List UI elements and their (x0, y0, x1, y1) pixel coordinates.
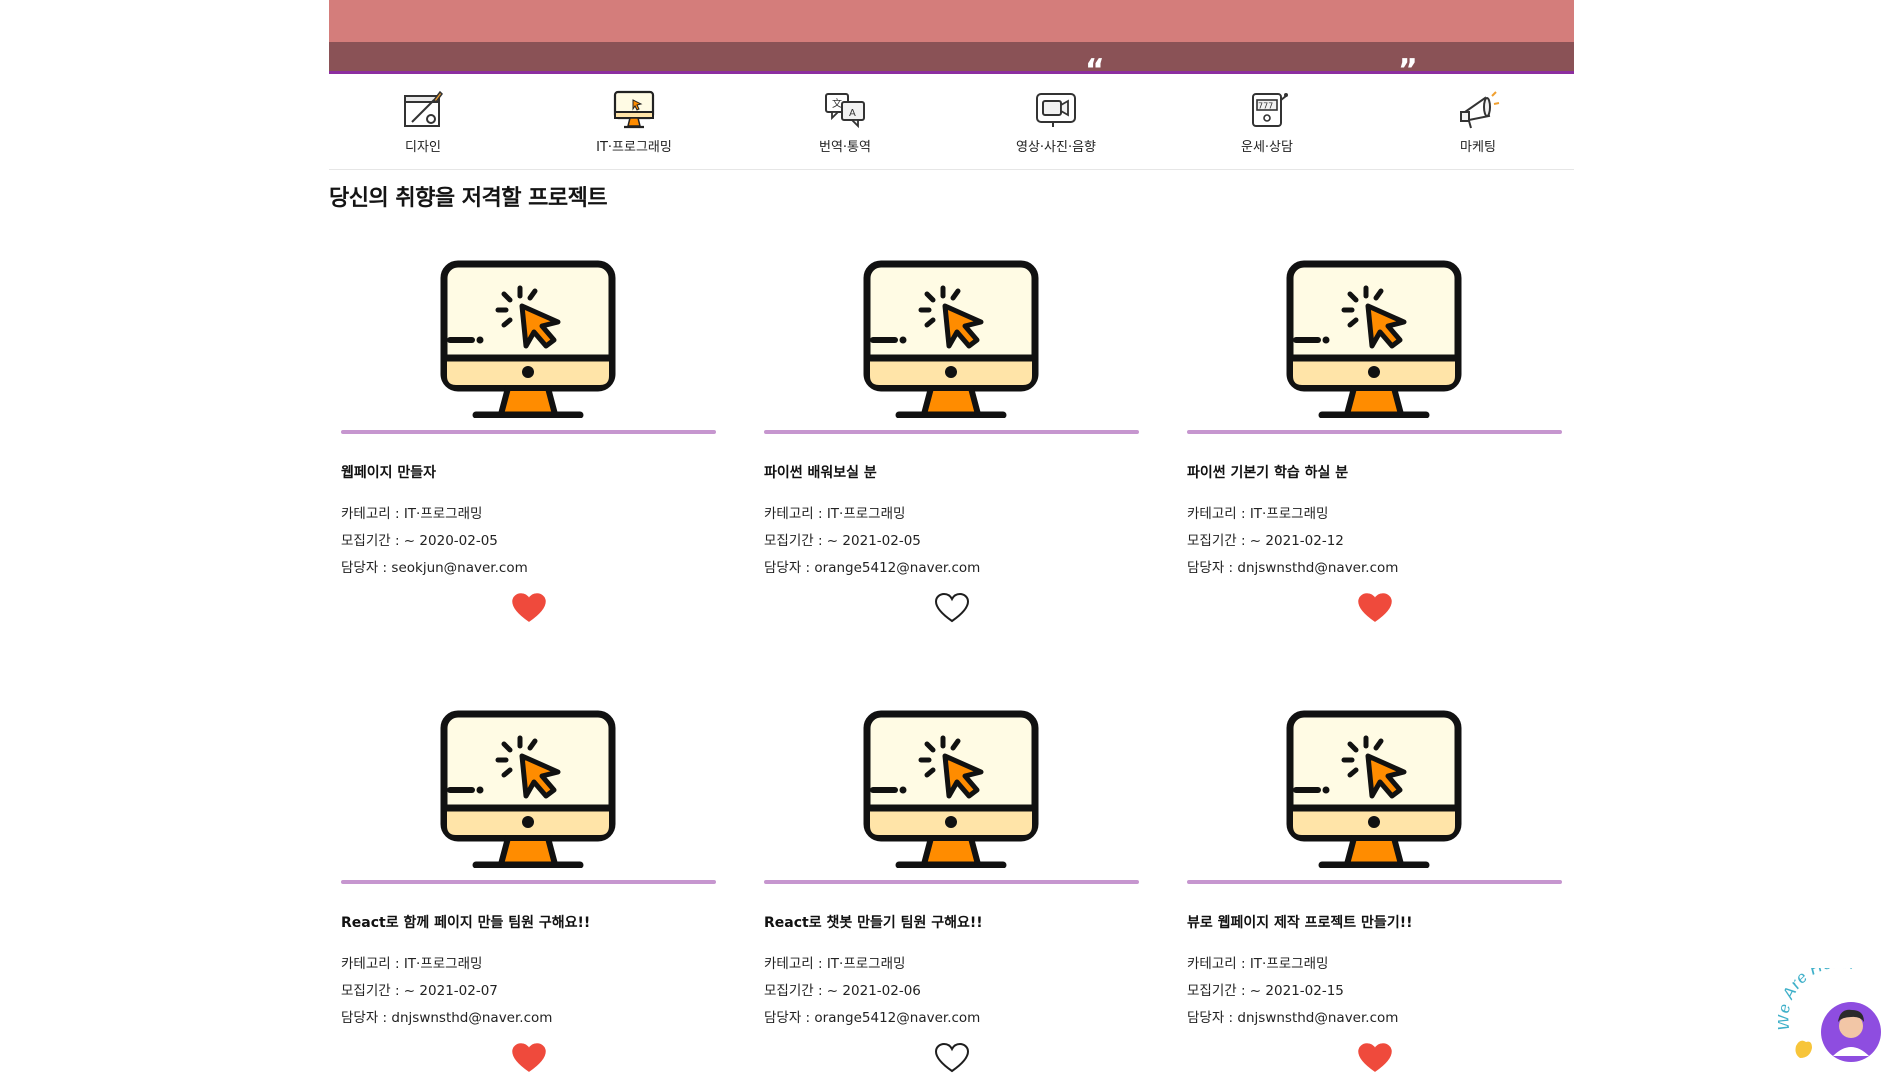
card-title[interactable]: 파이썬 배워보실 분 (764, 462, 1139, 482)
card-divider (764, 880, 1139, 884)
card-period: 모집기간 : ~ 2021-02-07 (341, 983, 498, 999)
card-category: 카테고리 : IT·프로그래밍 (341, 506, 483, 522)
heart-icon[interactable] (934, 593, 969, 623)
card-manager: 담당자 : seokjun@naver.com (341, 560, 528, 576)
category-it-programming[interactable]: IT·프로그래밍 (564, 88, 704, 155)
card-info: 카테고리 : IT·프로그래밍 모집기간 : ~ 2021-02-05 담당자 … (764, 501, 1139, 582)
card-period: 모집기간 : ~ 2021-02-12 (1187, 533, 1344, 549)
card-thumbnail (764, 230, 1139, 430)
project-card[interactable]: 파이썬 배워보실 분 카테고리 : IT·프로그래밍 모집기간 : ~ 2021… (764, 230, 1139, 623)
card-title[interactable]: React로 챗봇 만들기 팀원 구해요!! (764, 912, 1139, 932)
card-title[interactable]: 뷰로 웹페이지 제작 프로젝트 만들기!! (1187, 912, 1562, 932)
we-are-here-badge: We Are Here! (1773, 952, 1881, 1062)
translate-icon: 文 A (825, 93, 865, 129)
card-manager: 담당자 : orange5412@naver.com (764, 560, 981, 576)
computer-icon (863, 710, 1039, 868)
category-fortune-counsel[interactable]: 777 운세·상담 (1197, 88, 1337, 155)
card-title[interactable]: React로 함께 페이지 만들 팀원 구해요!! (341, 912, 716, 932)
category-translation[interactable]: 文 A 번역·통역 (775, 88, 915, 155)
project-card[interactable]: 웹페이지 만들자 카테고리 : IT·프로그래밍 모집기간 : ~ 2020-0… (341, 230, 716, 623)
contact-badge[interactable]: We Are Here! (1773, 952, 1896, 1073)
computer-icon (613, 90, 655, 129)
computer-icon (1286, 710, 1462, 868)
category-design[interactable]: 디자인 (353, 88, 493, 155)
card-divider (341, 430, 716, 434)
card-info: 카테고리 : IT·프로그래밍 모집기간 : ~ 2021-02-15 담당자 … (1187, 951, 1562, 1032)
heart-icon[interactable] (511, 593, 546, 623)
category-video-photo-sound[interactable]: 영상·사진·음향 (986, 88, 1126, 155)
svg-text:文: 文 (832, 97, 842, 110)
card-category: 카테고리 : IT·프로그래밍 (764, 956, 906, 972)
card-period: 모집기간 : ~ 2021-02-05 (764, 533, 921, 549)
card-info: 카테고리 : IT·프로그래밍 모집기간 : ~ 2020-02-05 담당자 … (341, 501, 716, 582)
card-info: 카테고리 : IT·프로그래밍 모집기간 : ~ 2021-02-06 담당자 … (764, 951, 1139, 1032)
card-thumbnail (1187, 680, 1562, 880)
card-category: 카테고리 : IT·프로그래밍 (764, 506, 906, 522)
card-divider (341, 880, 716, 884)
card-thumbnail (341, 680, 716, 880)
card-thumbnail (1187, 230, 1562, 430)
card-manager: 담당자 : orange5412@naver.com (764, 1010, 981, 1026)
card-manager: 담당자 : dnjswnsthd@naver.com (341, 1010, 553, 1026)
megaphone-icon (1460, 91, 1500, 129)
heart-icon[interactable] (1357, 1043, 1392, 1073)
card-title[interactable]: 파이썬 기본기 학습 하실 분 (1187, 462, 1562, 482)
card-info: 카테고리 : IT·프로그래밍 모집기간 : ~ 2021-02-07 담당자 … (341, 951, 716, 1032)
hero-banner[interactable]: “ ” (329, 0, 1574, 74)
card-period: 모집기간 : ~ 2021-02-06 (764, 983, 921, 999)
computer-icon (440, 710, 616, 868)
svg-text:777: 777 (1258, 102, 1273, 111)
category-nav: 디자인 IT·프로그래밍 文 A 번역·통역 영상·사진·음향 777 운세·상… (329, 74, 1574, 170)
card-manager: 담당자 : dnjswnsthd@naver.com (1187, 560, 1399, 576)
card-thumbnail (764, 680, 1139, 880)
card-category: 카테고리 : IT·프로그래밍 (1187, 506, 1329, 522)
card-category: 카테고리 : IT·프로그래밍 (341, 956, 483, 972)
section-title: 당신의 취향을 저격할 프로젝트 (329, 186, 608, 211)
computer-icon (440, 260, 616, 418)
card-divider (1187, 430, 1562, 434)
card-info: 카테고리 : IT·프로그래밍 모집기간 : ~ 2021-02-12 담당자 … (1187, 501, 1562, 582)
computer-icon (1286, 260, 1462, 418)
waving-hand-icon (1795, 1040, 1812, 1058)
design-icon (404, 90, 443, 127)
project-card[interactable]: React로 챗봇 만들기 팀원 구해요!! 카테고리 : IT·프로그래밍 모… (764, 680, 1139, 1073)
card-divider (764, 430, 1139, 434)
card-title[interactable]: 웹페이지 만들자 (341, 462, 716, 482)
heart-icon[interactable] (934, 1043, 969, 1073)
card-manager: 담당자 : dnjswnsthd@naver.com (1187, 1010, 1399, 1026)
page-container: “ ” 디자인 IT·프로그래밍 文 A 번역·통역 영상·사진·음향 777 … (329, 0, 1574, 1073)
card-period: 모집기간 : ~ 2020-02-05 (341, 533, 498, 549)
project-card[interactable]: React로 함께 페이지 만들 팀원 구해요!! 카테고리 : IT·프로그래… (341, 680, 716, 1073)
slot-machine-icon: 777 (1252, 93, 1288, 127)
card-thumbnail (341, 230, 716, 430)
svg-text:A: A (849, 108, 856, 119)
card-period: 모집기간 : ~ 2021-02-15 (1187, 983, 1344, 999)
video-camera-icon (1036, 93, 1076, 127)
heart-icon[interactable] (511, 1043, 546, 1073)
card-divider (1187, 880, 1562, 884)
project-card[interactable]: 뷰로 웹페이지 제작 프로젝트 만들기!! 카테고리 : IT·프로그래밍 모집… (1187, 680, 1562, 1073)
computer-icon (863, 260, 1039, 418)
heart-icon[interactable] (1357, 593, 1392, 623)
category-marketing[interactable]: 마케팅 (1408, 88, 1548, 155)
project-card[interactable]: 파이썬 기본기 학습 하실 분 카테고리 : IT·프로그래밍 모집기간 : ~… (1187, 230, 1562, 623)
card-category: 카테고리 : IT·프로그래밍 (1187, 956, 1329, 972)
